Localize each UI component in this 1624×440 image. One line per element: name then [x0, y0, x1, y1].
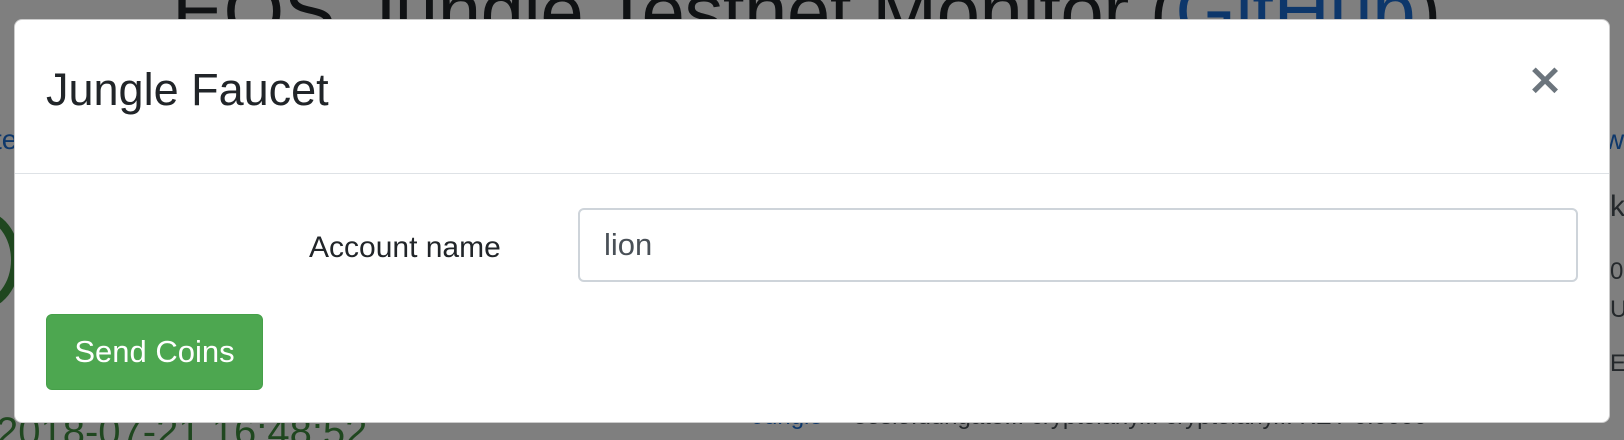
modal-title: Jungle Faucet: [46, 64, 329, 115]
faucet-modal: Jungle Faucet × Account name Send Coins: [14, 19, 1610, 423]
modal-body: Account name Send Coins: [15, 174, 1609, 424]
account-name-input[interactable]: [578, 208, 1578, 282]
modal-header: Jungle Faucet ×: [15, 20, 1609, 174]
close-button[interactable]: ×: [1525, 58, 1565, 102]
send-coins-button[interactable]: Send Coins: [46, 314, 263, 390]
close-icon: ×: [1526, 54, 1564, 105]
account-name-label: Account name: [309, 231, 501, 264]
